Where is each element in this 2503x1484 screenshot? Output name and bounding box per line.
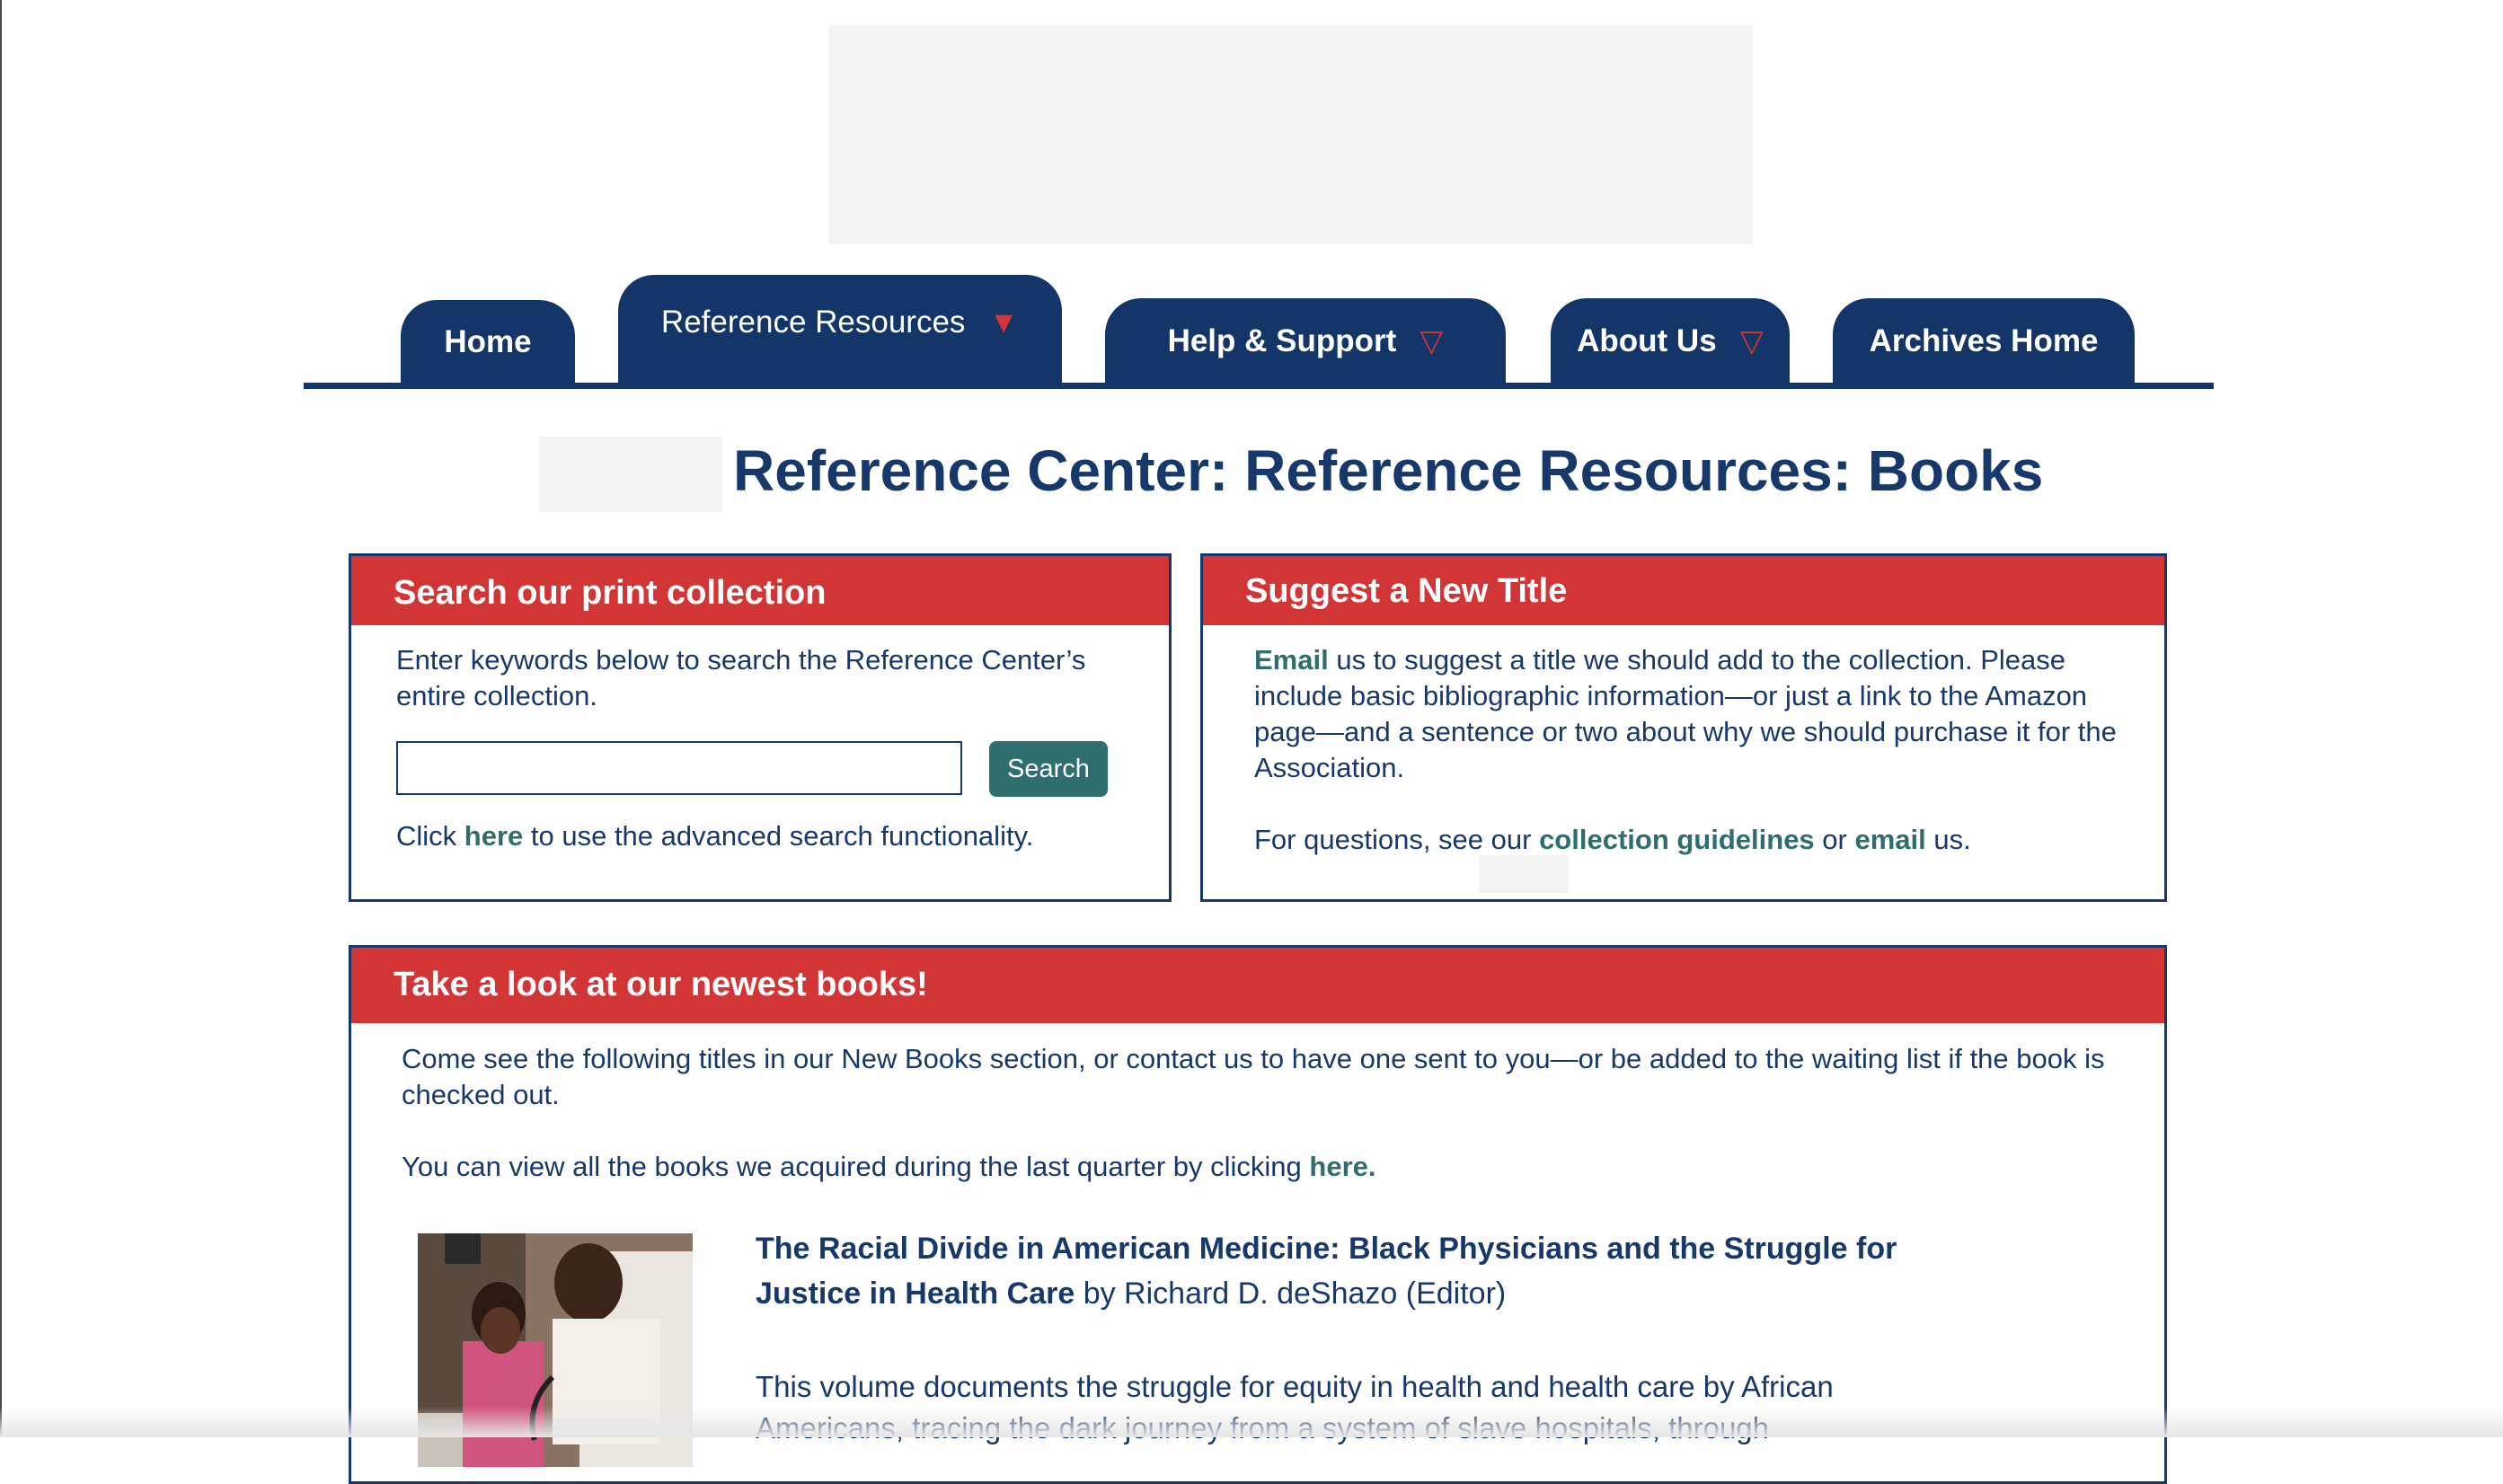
book-title-line: The Racial Divide in American Medicine: …: [756, 1226, 1924, 1316]
dropdown-arrow-icon: ▽: [1739, 324, 1764, 358]
search-panel-intro: Enter keywords below to search the Refer…: [396, 644, 1086, 711]
search-panel-heading: Search our print collection: [351, 556, 1169, 625]
nav-tab-home-label: Home: [444, 324, 532, 359]
window-bottom-shadow: [0, 1407, 2503, 1437]
book-byline: by Richard D. deShazo (Editor): [1075, 1276, 1507, 1311]
dropdown-arrow-icon: ▼: [988, 305, 1020, 340]
search-panel: Search our print collection Enter keywor…: [349, 553, 1172, 902]
nav-tab-about-label: About Us: [1577, 323, 1717, 358]
nav-tab-help-label: Help & Support: [1167, 323, 1397, 358]
suggest-panel-body: Email us to suggest a title we should ad…: [1254, 642, 2144, 786]
window-left-edge: [0, 0, 2, 1437]
nav-tab-home[interactable]: Home: [401, 300, 575, 384]
questions-prefix: For questions, see our: [1254, 824, 1540, 855]
site-logo-placeholder: [829, 25, 1753, 244]
suggest-panel: Suggest a New Title Email us to suggest …: [1200, 553, 2167, 902]
search-button[interactable]: Search: [989, 741, 1108, 797]
questions-email-link[interactable]: email: [1854, 824, 1925, 855]
search-input[interactable]: [396, 741, 962, 795]
newest-books-intro: Come see the following titles in our New…: [402, 1043, 2105, 1110]
inline-image-placeholder: [1479, 855, 1569, 893]
last-quarter-prefix: You can view all the books we acquired d…: [402, 1151, 1310, 1182]
questions-text: For questions, see our collection guidel…: [1254, 822, 1971, 858]
collection-guidelines-link[interactable]: collection guidelines: [1539, 824, 1815, 855]
advanced-search-text: Click here to use the advanced search fu…: [396, 818, 1033, 854]
advanced-search-prefix: Click: [396, 820, 464, 852]
dropdown-arrow-icon: ▽: [1420, 324, 1444, 358]
suggest-email-link[interactable]: Email: [1254, 644, 1329, 676]
newest-books-panel: Take a look at our newest books! Come se…: [349, 945, 2167, 1484]
nav-tab-archives-home[interactable]: Archives Home: [1833, 298, 2135, 384]
advanced-search-link[interactable]: here: [464, 820, 523, 852]
nav-tab-reference-resources[interactable]: Reference Resources ▼: [618, 275, 1062, 384]
last-quarter-text: You can view all the books we acquired d…: [402, 1149, 1376, 1185]
title-icon-placeholder: [539, 437, 722, 512]
newest-books-heading: Take a look at our newest books!: [351, 948, 2164, 1023]
nav-tab-reference-label: Reference Resources: [660, 305, 966, 340]
nav-tab-help-support[interactable]: Help & Support ▽: [1105, 298, 1506, 384]
page-title: Reference Center: Reference Resources: B…: [733, 438, 2044, 503]
suggest-panel-heading: Suggest a New Title: [1203, 556, 2164, 625]
questions-middle: or: [1814, 824, 1855, 855]
nav-tab-about-us[interactable]: About Us ▽: [1551, 298, 1790, 384]
questions-suffix: us.: [1925, 824, 1971, 855]
advanced-search-suffix: to use the advanced search functionality…: [523, 820, 1034, 852]
nav-tab-archives-label: Archives Home: [1869, 323, 2099, 358]
last-quarter-link[interactable]: here.: [1309, 1151, 1375, 1182]
suggest-body-text: us to suggest a title we should add to t…: [1254, 644, 2117, 783]
nav-underline: [304, 383, 2214, 389]
